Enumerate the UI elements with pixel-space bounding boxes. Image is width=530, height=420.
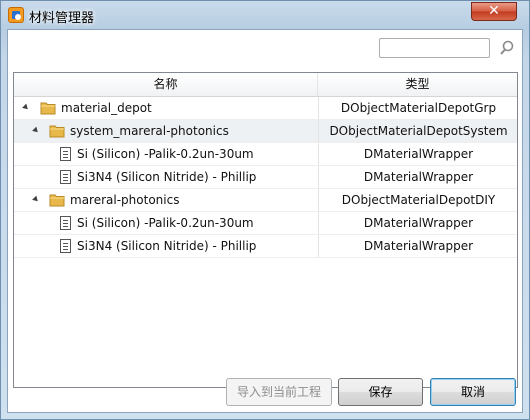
material-tree: 名称 类型 material_depot DObjectMaterialDepo… [13, 72, 518, 388]
tree-header: 名称 类型 [14, 73, 517, 97]
row-type: DObjectMaterialDepotSystem [318, 120, 518, 142]
tree-row[interactable]: system_mareral-photonics DObjectMaterial… [14, 120, 517, 143]
tree-row[interactable]: mareral-photonics DObjectMaterialDepotDI… [14, 189, 517, 212]
row-name: Si (Silicon) -Palik-0.2un-30um [77, 147, 254, 161]
row-type: DObjectMaterialDepotGrp [318, 97, 518, 119]
column-header-type[interactable]: 类型 [318, 73, 517, 96]
row-name: mareral-photonics [70, 193, 180, 207]
window-title: 材料管理器 [29, 11, 95, 26]
row-name: Si (Silicon) -Palik-0.2un-30um [77, 216, 254, 230]
tree-row[interactable]: Si (Silicon) -Palik-0.2un-30um DMaterial… [14, 212, 517, 235]
title-bar[interactable]: 材料管理器 ✕ [1, 1, 529, 29]
search-icon[interactable] [498, 39, 516, 57]
row-name: system_mareral-photonics [70, 124, 229, 138]
document-icon [60, 216, 71, 230]
close-button[interactable]: ✕ [471, 2, 517, 21]
document-icon [60, 170, 71, 184]
expand-arrow-icon[interactable] [32, 126, 40, 135]
row-type: DMaterialWrapper [318, 212, 518, 234]
tree-row[interactable]: Si (Silicon) -Palik-0.2un-30um DMaterial… [14, 143, 517, 166]
folder-icon [49, 194, 65, 207]
row-type: DMaterialWrapper [318, 166, 518, 188]
row-name: material_depot [61, 101, 152, 115]
row-name: Si3N4 (Silicon Nitride) - Phillip [77, 239, 257, 253]
cancel-button[interactable]: 取消 [430, 378, 516, 406]
row-type: DObjectMaterialDepotDIY [318, 189, 518, 211]
material-manager-window: 材料管理器 ✕ 名称 类型 material_depot DObjectMate… [0, 0, 530, 420]
row-type: DMaterialWrapper [318, 235, 518, 257]
expand-arrow-icon[interactable] [32, 195, 40, 204]
search-input[interactable] [379, 38, 490, 58]
app-icon [8, 7, 24, 23]
row-type: DMaterialWrapper [318, 143, 518, 165]
tree-row[interactable]: material_depot DObjectMaterialDepotGrp [14, 97, 517, 120]
document-icon [60, 147, 71, 161]
tree-row[interactable]: Si3N4 (Silicon Nitride) - Phillip DMater… [14, 235, 517, 258]
row-name: Si3N4 (Silicon Nitride) - Phillip [77, 170, 257, 184]
folder-icon [49, 125, 65, 138]
save-button[interactable]: 保存 [338, 378, 423, 406]
document-icon [60, 239, 71, 253]
dialog-body: 名称 类型 material_depot DObjectMaterialDepo… [7, 29, 523, 413]
expand-arrow-icon[interactable] [22, 103, 30, 112]
column-header-name[interactable]: 名称 [14, 73, 318, 96]
import-to-project-button[interactable]: 导入到当前工程 [226, 378, 332, 406]
folder-icon [40, 102, 56, 115]
tree-row[interactable]: Si3N4 (Silicon Nitride) - Phillip DMater… [14, 166, 517, 189]
